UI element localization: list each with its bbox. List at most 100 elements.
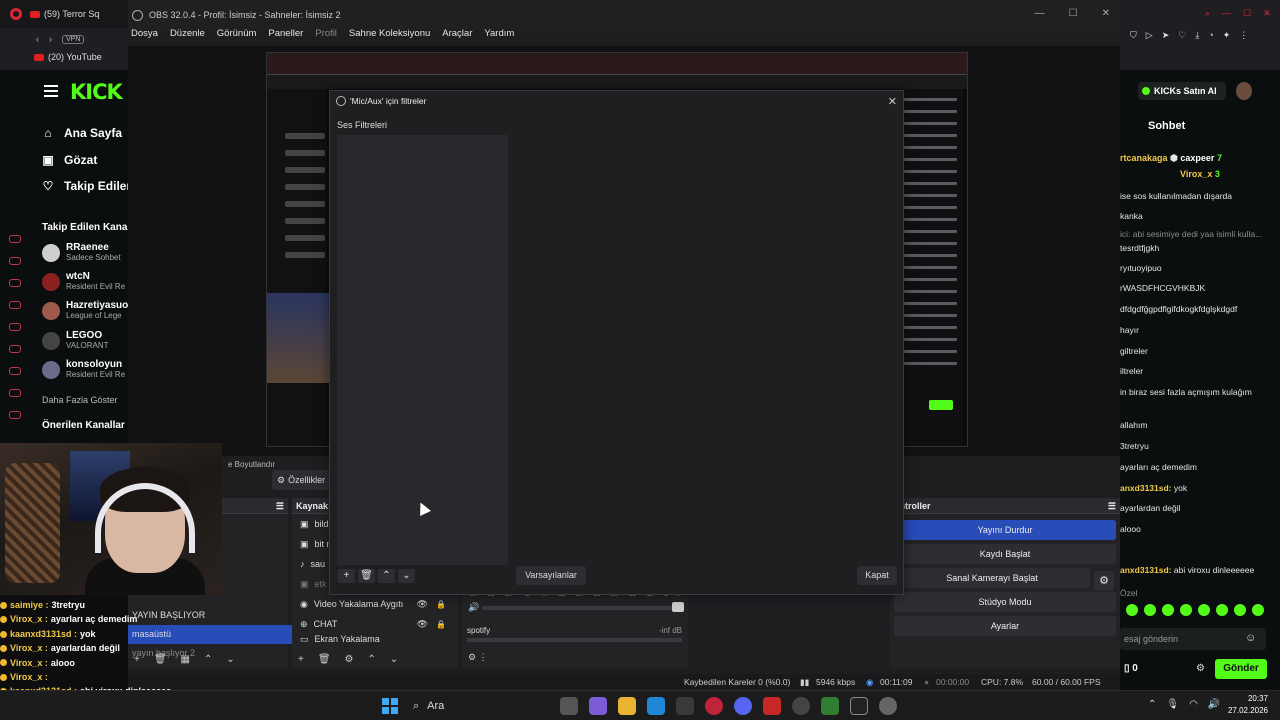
menu-dosya[interactable]: Dosya [128,26,161,44]
avatar[interactable] [1236,82,1252,100]
emoji-icon[interactable]: ☺ [1245,632,1256,644]
profile-icon[interactable]: ◔ [1208,30,1213,41]
eye-icon[interactable]: 👁 [417,599,428,610]
volume-slider[interactable] [672,602,684,612]
app-icon[interactable] [763,697,781,715]
emote-icon[interactable] [1216,604,1228,616]
lock-icon[interactable]: 🔒 [436,620,446,629]
move-up-icon[interactable]: ⌃ [378,569,395,583]
source-item[interactable]: ▭ Ekran Yakalama [292,634,458,644]
heart-icon[interactable]: ♡ [1178,30,1186,41]
emote-icon[interactable] [1180,604,1192,616]
remove-filter-icon[interactable]: 🗑 [358,569,375,583]
mic-icon[interactable]: 🎙 [1166,699,1179,710]
minimize-icon[interactable]: — [1222,8,1231,19]
channel-item[interactable]: Hazretiyasuo League of Lege [42,300,128,320]
wifi-icon[interactable]: ◠ [1189,699,1198,710]
menu-sahne-koleksiyonu[interactable]: Sahne Koleksiyonu [346,26,433,44]
send-icon[interactable]: ➤ [1162,30,1170,41]
nav-home[interactable]: ⌂ Ana Sayfa [42,126,122,140]
taskbar-search[interactable]: ⌕ Ara [405,695,547,717]
dock-menu-icon[interactable]: ☰ [276,498,284,514]
stop-streaming-button[interactable]: Yayını Durdur [894,520,1116,540]
gear-icon[interactable]: ⚙ [1094,571,1114,591]
settings-button[interactable]: Ayarlar [894,616,1116,636]
more-icon[interactable]: ⋮ [479,652,488,662]
menu-duzenle[interactable]: Düzenle [167,26,208,44]
emote-icon[interactable] [1234,604,1246,616]
download-icon[interactable]: ⤓ [1195,30,1199,41]
nav-following[interactable]: ♡ Takip Edilen [42,179,134,193]
properties-button[interactable]: ⚙ Özellikler [272,470,330,490]
sidebar-app-icon[interactable] [9,279,21,287]
emote-icon[interactable] [1162,604,1174,616]
ai-icon[interactable]: ✦ [1223,30,1231,41]
dock-menu-icon[interactable]: ☰ [1108,498,1116,514]
sidebar-app-icon[interactable] [9,257,21,265]
sidebar-app-icon[interactable] [9,235,21,243]
sidebar-app-icon[interactable] [9,323,21,331]
defaults-button[interactable]: Varsayılanlar [516,566,586,585]
sidebar-app-icon[interactable] [9,301,21,309]
send-button[interactable]: Gönder [1215,659,1267,679]
emote-icon[interactable] [1198,604,1210,616]
sidebar-app-icon[interactable] [9,411,21,419]
more-icon[interactable]: ⋮ [1239,30,1248,41]
emote-icon[interactable] [1144,604,1156,616]
sidebar-app-icon[interactable] [9,389,21,397]
app-icon[interactable] [850,697,868,715]
menu-yardim[interactable]: Yardım [481,26,517,44]
copilot-icon[interactable] [589,697,607,715]
emote-icon[interactable] [1126,604,1138,616]
maximize-icon[interactable]: ☐ [1243,8,1251,19]
channel-item[interactable]: wtcN Resident Evil Re [42,271,125,291]
menu-profil[interactable]: Profil [312,26,340,44]
up-icon[interactable]: ⌃ [368,654,376,665]
task-view-icon[interactable] [560,697,578,715]
add-filter-icon[interactable]: + [338,569,355,583]
show-more-link[interactable]: Daha Fazla Göster [42,395,118,405]
file-explorer-icon[interactable] [618,697,636,715]
buy-kicks-button[interactable]: KICKs Satın Al [1138,82,1226,100]
close-icon[interactable]: ✕ [888,95,897,108]
opera-logo-icon[interactable] [10,8,22,20]
discord-icon[interactable] [734,697,752,715]
clock[interactable]: 20:37 27.02.2026 [1228,693,1268,717]
maximize-icon[interactable]: ☐ [1069,8,1078,19]
volume-icon[interactable]: 🔊 [1208,699,1220,710]
vpn-badge[interactable]: VPN [62,34,85,44]
browser-tab-terror[interactable]: (59) Terror Sq [30,9,99,19]
move-down-icon[interactable]: ⌄ [398,569,415,583]
menu-araclar[interactable]: Araçlar [439,26,475,44]
close-icon[interactable]: ✕ [1102,8,1110,19]
minimize-icon[interactable]: — [1035,8,1045,19]
eye-icon[interactable]: 👁 [417,619,428,630]
close-button[interactable]: Kapat [857,566,897,585]
sidebar-app-icon[interactable] [9,345,21,353]
down-icon[interactable]: ⌄ [226,654,234,665]
shield-icon[interactable]: ⛉ [1130,30,1137,41]
obs-icon[interactable] [792,697,810,715]
back-icon[interactable]: ‹ [36,34,39,44]
close-icon[interactable]: ✕ [1263,8,1271,19]
windows-start-icon[interactable] [382,698,398,714]
menu-icon[interactable] [44,85,58,97]
channel-item[interactable]: konsoloyun Resident Evil Re [42,359,125,379]
speaker-icon[interactable]: 🔊 [468,602,479,613]
gear-icon[interactable]: ⚙ [1196,663,1205,674]
start-virtual-camera-button[interactable]: Sanal Kamerayı Başlat [894,568,1090,588]
play-icon[interactable]: ▷ [1146,30,1153,41]
nav-browse[interactable]: ▣ Gözat [42,153,97,167]
menu-gorunum[interactable]: Görünüm [214,26,260,44]
store-icon[interactable] [676,697,694,715]
add-icon[interactable]: + [298,654,304,665]
source-item[interactable]: ◉ Video Yakalama Aygıtı 👁 🔒 [292,594,458,614]
menu-paneller[interactable]: Paneller [265,26,306,44]
forward-icon[interactable]: › [49,34,52,44]
start-recording-button[interactable]: Kaydı Başlat [894,544,1116,564]
channel-item[interactable]: LEGOO VALORANT [42,330,109,350]
kick-logo[interactable]: KICK [70,80,123,104]
search-icon[interactable]: ⌕ [1205,8,1210,19]
lock-icon[interactable]: 🔒 [436,600,446,609]
gear-icon[interactable]: ⚙ [468,652,476,662]
